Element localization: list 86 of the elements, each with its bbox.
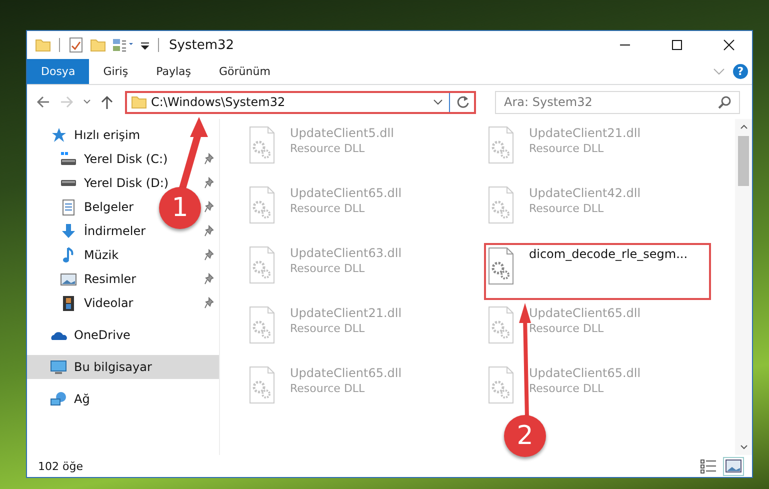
sidebar-item[interactable]: İndirmeler <box>37 219 150 243</box>
sidebar-item[interactable]: Resimler <box>37 267 140 291</box>
dropdown-chevron-icon[interactable] <box>433 99 443 105</box>
dll-file-icon <box>488 366 515 405</box>
details-view-icon <box>700 458 717 474</box>
sidebar-item[interactable]: Bu bilgisayar <box>27 355 219 379</box>
sidebar-item[interactable]: Belgeler <box>37 195 138 219</box>
dll-file-icon <box>488 186 515 225</box>
picture-icon <box>60 270 77 288</box>
file-name: UpdateClient5.dll <box>290 126 394 140</box>
download-arrow-icon <box>60 222 77 240</box>
pin-icon[interactable] <box>204 297 214 309</box>
window-title: System32 <box>169 38 234 52</box>
film-strip-icon <box>60 294 77 312</box>
file-name: dicom_decode_rle_segm... <box>529 247 688 261</box>
pin-star-icon <box>50 126 67 144</box>
checklist-icon[interactable] <box>68 37 84 53</box>
file-type: Resource DLL <box>290 202 366 215</box>
monitor-icon <box>50 358 67 376</box>
dll-file-icon <box>488 126 515 165</box>
sidebar-item[interactable]: Videolar <box>37 291 138 315</box>
file-type: Resource DLL <box>290 322 366 335</box>
dll-file-icon <box>488 247 515 286</box>
large-icons-view-button[interactable] <box>723 456 744 476</box>
search-icon[interactable] <box>718 94 732 108</box>
item-count: 102 öğe <box>38 460 83 472</box>
file-item[interactable]: dicom_decode_rle_segm... <box>484 243 711 300</box>
file-type: Resource DLL <box>529 382 605 395</box>
ribbon-tab[interactable]: Paylaş <box>142 59 205 84</box>
ribbon-tab[interactable]: Dosya <box>27 59 90 84</box>
folder-icon <box>131 94 147 110</box>
address-path: C:\Windows\System32 <box>151 95 286 109</box>
file-type: Resource DLL <box>529 202 605 215</box>
scroll-thumb[interactable] <box>738 136 749 186</box>
file-name: UpdateClient65.dll <box>529 306 641 320</box>
close-icon <box>723 39 735 51</box>
file-name: UpdateClient63.dll <box>290 246 402 260</box>
large-icons-view-icon <box>725 458 742 474</box>
sidebar-item[interactable]: Ağ <box>27 387 219 411</box>
properties-icon[interactable] <box>112 37 134 53</box>
pin-icon[interactable] <box>204 153 214 165</box>
file-type: Resource DLL <box>290 142 366 155</box>
scroll-down-icon[interactable] <box>740 445 748 450</box>
dll-file-icon <box>249 306 276 345</box>
pin-icon[interactable] <box>204 249 214 261</box>
sidebar-item[interactable]: Yerel Disk (C:) <box>37 147 172 171</box>
dll-file-icon <box>249 186 276 225</box>
file-type: Resource DLL <box>529 322 605 335</box>
maximize-icon <box>671 39 683 51</box>
dll-file-icon <box>249 366 276 405</box>
pin-icon[interactable] <box>204 177 214 189</box>
back-arrow-icon[interactable] <box>35 94 51 110</box>
file-name: UpdateClient42.dll <box>529 186 641 200</box>
up-arrow-icon[interactable] <box>99 94 115 110</box>
file-name: UpdateClient65.dll <box>290 366 402 380</box>
pin-icon[interactable] <box>204 225 214 237</box>
scroll-up-icon[interactable] <box>740 124 748 129</box>
dll-file-icon <box>249 246 276 285</box>
file-type: Resource DLL <box>529 142 605 155</box>
ribbon-tab[interactable]: Görünüm <box>205 59 284 84</box>
sidebar-item[interactable]: Hızlı erişim <box>27 123 219 147</box>
sidebar-item[interactable]: Müzik <box>37 243 123 267</box>
sidebar-item[interactable]: OneDrive <box>27 323 219 347</box>
help-button[interactable]: ? <box>733 64 748 79</box>
address-field[interactable]: C:\Windows\System32 <box>125 90 476 114</box>
file-name: UpdateClient65.dll <box>290 186 402 200</box>
expand-ribbon-icon[interactable] <box>713 68 725 76</box>
network-globe-icon <box>50 390 67 408</box>
refresh-icon[interactable] <box>456 95 470 109</box>
file-name: UpdateClient21.dll <box>290 306 402 320</box>
file-type: Resource DLL <box>290 382 366 395</box>
search-field[interactable]: Ara: System32 <box>495 90 740 114</box>
file-type: Resource DLL <box>290 262 366 275</box>
scrollbar[interactable] <box>735 119 752 455</box>
dll-file-icon <box>249 126 276 165</box>
drive-icon <box>60 179 77 187</box>
ribbon-tab[interactable]: Giriş <box>89 59 142 84</box>
pin-icon[interactable] <box>204 273 214 285</box>
drive-icon <box>60 150 77 168</box>
recent-locations-caret-icon[interactable] <box>83 99 91 105</box>
details-view-button[interactable] <box>698 456 719 476</box>
file-name: UpdateClient65.dll <box>529 366 641 380</box>
document-icon <box>60 198 77 216</box>
file-name: UpdateClient21.dll <box>529 126 641 140</box>
dll-file-icon <box>488 306 515 345</box>
pin-icon[interactable] <box>204 201 214 213</box>
